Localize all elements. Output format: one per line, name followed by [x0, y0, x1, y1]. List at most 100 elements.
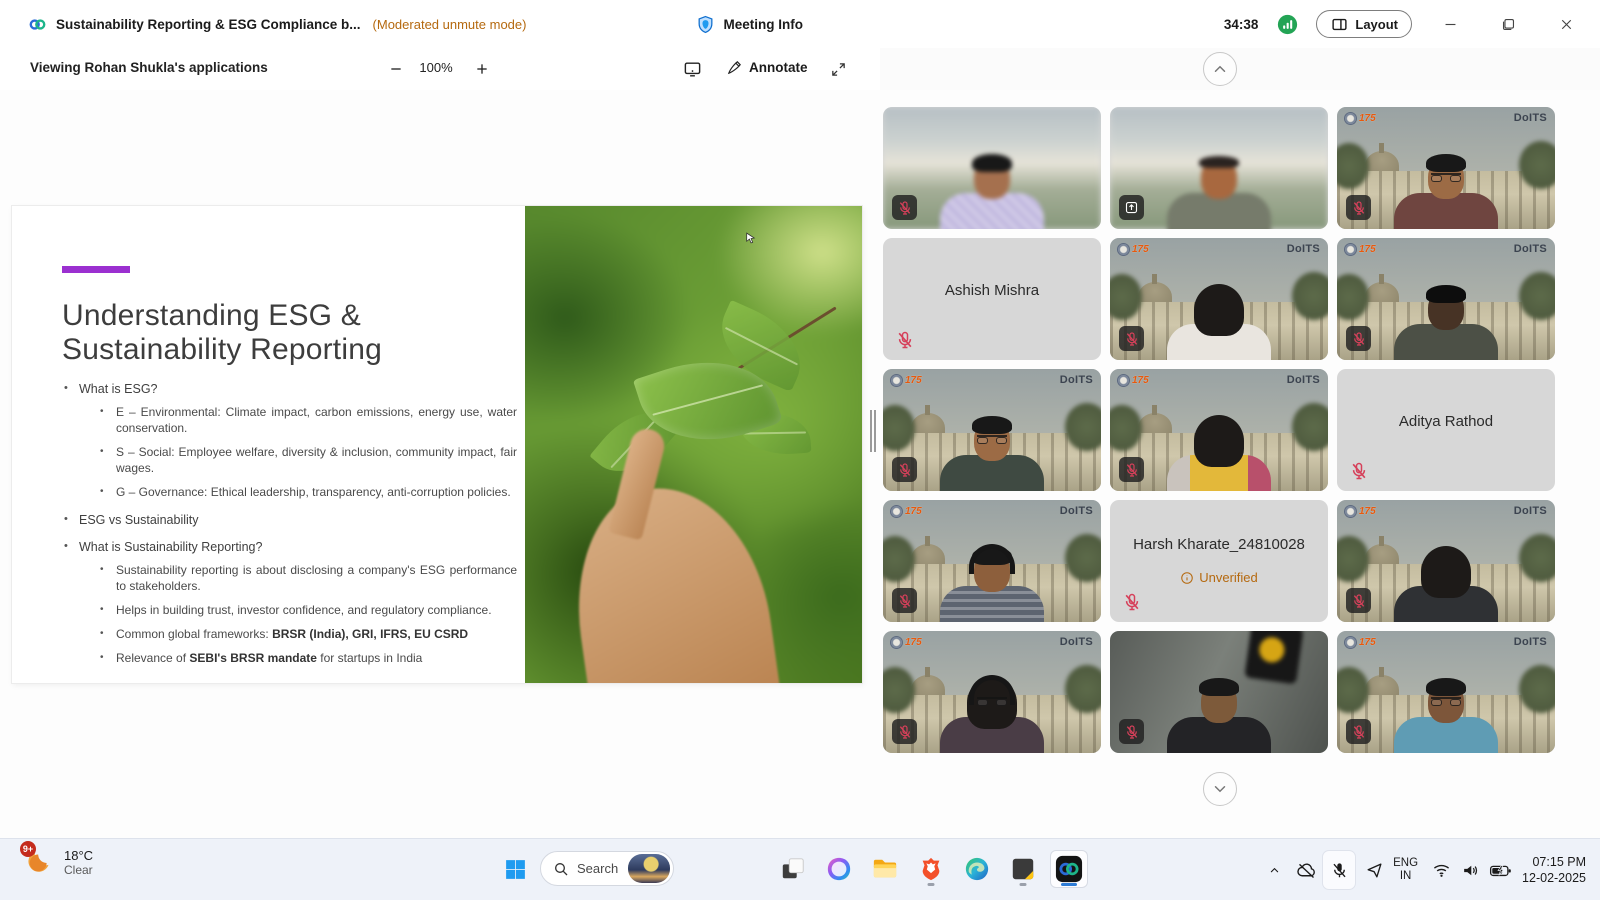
iit-roorkee-logo: 175: [890, 374, 922, 387]
doits-watermark: DoITS: [1060, 505, 1093, 517]
participant-video-tile[interactable]: 175 DoITS: [883, 631, 1101, 753]
mic-muted-icon: [1346, 326, 1371, 351]
search-box[interactable]: Search: [540, 851, 674, 886]
edge-app-icon[interactable]: [959, 851, 995, 887]
layout-button[interactable]: Layout: [1316, 10, 1412, 38]
onedrive-offline-icon[interactable]: [1289, 860, 1323, 881]
doits-watermark: DoITS: [1514, 112, 1547, 124]
brave-app-icon[interactable]: [913, 851, 949, 887]
participant-video-tile[interactable]: 175DoITS: [883, 369, 1101, 491]
participant-person: [1391, 548, 1501, 622]
titlebar: Sustainability Reporting & ESG Complianc…: [0, 0, 1600, 48]
iit-roorkee-logo: 175: [1344, 112, 1376, 125]
participant-name: Aditya Rathod: [1337, 413, 1555, 430]
search-icon: [553, 861, 569, 877]
copilot-app-icon[interactable]: [821, 851, 857, 887]
slide-sub-bullet: G – Governance: Ethical leadership, tran…: [99, 484, 517, 500]
doits-watermark: DoITS: [1514, 243, 1547, 255]
close-button[interactable]: [1546, 7, 1586, 41]
weather-temp: 18°C: [64, 848, 93, 863]
fullscreen-icon[interactable]: [827, 58, 849, 80]
weather-moon-icon: 9+: [26, 847, 56, 877]
layout-icon: [1330, 15, 1348, 33]
start-button[interactable]: [497, 851, 533, 887]
participant-video-tile[interactable]: 175DoITS: [1337, 631, 1555, 753]
slide-text-column: Understanding ESG & Sustainability Repor…: [12, 206, 525, 683]
slide-accent-bar: [62, 266, 130, 273]
viewing-label: Viewing Rohan Shukla's applications: [30, 60, 268, 75]
participant-video-tile[interactable]: [1110, 107, 1328, 229]
iit-roorkee-logo: 175: [1344, 243, 1376, 256]
iit-roorkee-logo: 175: [890, 636, 922, 649]
clock[interactable]: 07:15 PM 12-02-2025: [1522, 854, 1586, 886]
search-placeholder: Search: [577, 861, 620, 876]
zoom-in-button[interactable]: [471, 58, 493, 80]
participant-name: Harsh Kharate_24810028: [1110, 536, 1328, 553]
zoom-level: 100%: [416, 60, 456, 75]
slide-photo-leaf: [525, 206, 862, 683]
doits-watermark: DoITS: [1060, 636, 1093, 648]
participants-panel: 175 DoITS Ashish Mishra 175 DoITS 175 DoITS 175…: [880, 90, 1600, 838]
participant-name-tile[interactable]: Ashish Mishra: [883, 238, 1101, 360]
language-switcher[interactable]: ENG IN: [1393, 857, 1418, 883]
task-view-app-icon[interactable]: [775, 851, 811, 887]
system-tray: ENG IN 07:15 PM 12-02-2025: [1259, 839, 1600, 900]
iit-roorkee-logo: 175: [1344, 636, 1376, 649]
scroll-down-button[interactable]: [1203, 772, 1237, 806]
maximize-button[interactable]: [1488, 7, 1528, 41]
participant-person: [1391, 155, 1501, 229]
participant-name-tile[interactable]: Aditya Rathod: [1337, 369, 1555, 491]
location-icon[interactable]: [1355, 861, 1393, 880]
webex-app-icon[interactable]: [1051, 851, 1087, 887]
tray-overflow-chevron[interactable]: [1259, 863, 1289, 878]
participant-video-tile[interactable]: [1110, 631, 1328, 753]
pen-icon: [725, 58, 743, 76]
participant-video-tile[interactable]: 175DoITS: [883, 500, 1101, 622]
panel-resize-handle[interactable]: [870, 410, 878, 452]
participant-person: [1164, 679, 1274, 753]
participant-video-tile[interactable]: 175 DoITS: [1337, 107, 1555, 229]
share-toolbar: Viewing Rohan Shukla's applications 100%…: [0, 48, 880, 90]
search-highlight-thumbnail: [628, 854, 670, 883]
participant-video-tile[interactable]: 175DoITS: [1337, 500, 1555, 622]
slide-sub-bullet: E – Environmental: Climate impact, carbo…: [99, 404, 517, 436]
doits-watermark: DoITS: [1287, 374, 1320, 386]
meeting-timer: 34:38: [1224, 17, 1259, 32]
participant-video-tile[interactable]: [883, 107, 1101, 229]
mic-muted-icon: [1119, 457, 1144, 482]
participant-person: [1164, 286, 1274, 360]
participant-name: Ashish Mishra: [883, 282, 1101, 299]
participant-video-tile[interactable]: 175 DoITS: [1110, 369, 1328, 491]
participant-video-tile[interactable]: 175 DoITS: [1337, 238, 1555, 360]
mic-muted-icon: [1122, 592, 1142, 612]
scroll-up-button[interactable]: [1203, 52, 1237, 86]
sticky-notes-app-icon[interactable]: [1005, 851, 1041, 887]
participant-name-tile[interactable]: Harsh Kharate_24810028Unverified: [1110, 500, 1328, 622]
tray-mic-muted-icon[interactable]: [1323, 851, 1355, 889]
slide-sub-bullet: Sustainability reporting is about disclo…: [99, 562, 517, 594]
weather-widget[interactable]: 9+ 18°C Clear: [26, 847, 93, 877]
volume-icon[interactable]: [1456, 861, 1484, 880]
meeting-info-button[interactable]: Meeting Info: [694, 13, 803, 35]
minimize-button[interactable]: [1430, 7, 1470, 41]
slide-bullet: What is ESG?E – Environmental: Climate i…: [62, 382, 517, 500]
participant-person: [937, 417, 1047, 491]
participant-video-tile[interactable]: 175DoITS: [1110, 238, 1328, 360]
wifi-icon[interactable]: [1426, 861, 1456, 880]
participant-person: [937, 679, 1047, 753]
shield-icon: [694, 13, 716, 35]
view-options-icon[interactable]: [681, 58, 703, 80]
iit-roorkee-logo: 175: [1117, 374, 1149, 387]
connection-quality-icon[interactable]: [1276, 13, 1298, 35]
mouse-cursor: [744, 230, 756, 246]
annotate-button[interactable]: Annotate: [725, 58, 808, 76]
file-explorer-app-icon[interactable]: [867, 851, 903, 887]
zoom-out-button[interactable]: [385, 58, 407, 80]
participant-person: [1391, 679, 1501, 753]
mic-muted-icon: [1119, 326, 1144, 351]
participant-person: [1164, 417, 1274, 491]
slide-sub-bullet: S – Social: Employee welfare, diversity …: [99, 444, 517, 476]
doits-watermark: DoITS: [1514, 505, 1547, 517]
slide-title: Understanding ESG & Sustainability Repor…: [62, 299, 517, 367]
battery-icon[interactable]: [1484, 860, 1516, 881]
